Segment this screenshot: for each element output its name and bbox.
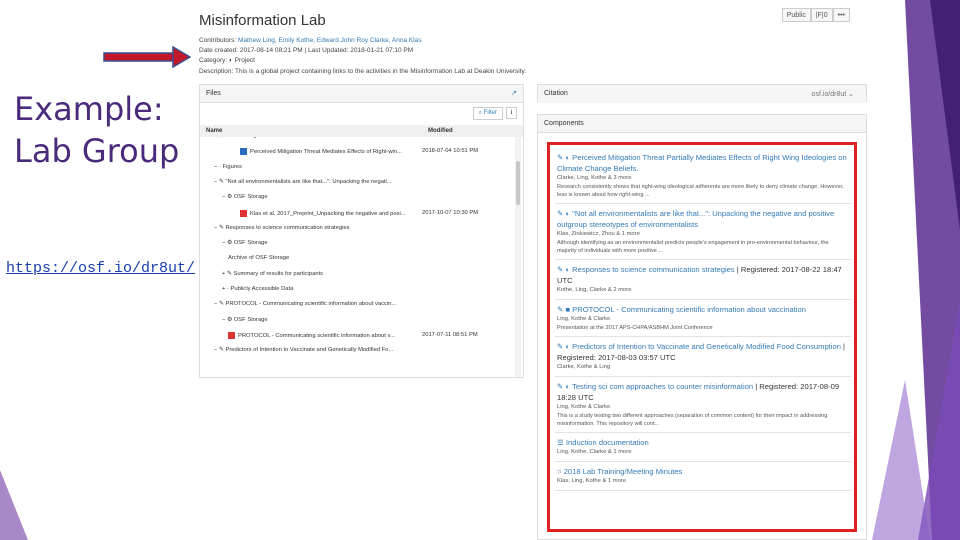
modified-column[interactable]: Modified: [428, 128, 453, 134]
name-column[interactable]: Name: [206, 128, 222, 134]
file-tree-row[interactable]: − ⚙ OSF Storage: [200, 194, 513, 209]
file-tree-row[interactable]: Perceived Mitigation Threat Mediates Eff…: [200, 148, 513, 163]
file-modified-date: 2017-10-07 10:30 PM: [422, 209, 479, 216]
external-link-icon[interactable]: ↗: [511, 89, 517, 97]
info-button[interactable]: i: [505, 107, 517, 119]
description-line: Description: This is a global project co…: [199, 67, 527, 75]
file-name: − ✎ Predictors of Intention to Vaccinate…: [214, 347, 394, 354]
contributors-line: Contributors: Mathew Ling, Emily Kothe, …: [199, 37, 422, 44]
citation-link[interactable]: osf.io/dr8ut ⌄: [812, 90, 854, 98]
document-file-icon: [240, 148, 247, 156]
file-tree-row[interactable]: − ⚙ OSF Storage: [200, 240, 513, 255]
file-name: Klas et al. 2017_Preprint_Unpacking the …: [250, 210, 406, 217]
files-panel: Files ↗ ⌕ Filter i Name Modified − ⚙ OSF…: [199, 84, 524, 378]
slide-title-line2: Lab Group: [14, 132, 180, 170]
project-title: Misinformation Lab: [199, 12, 326, 29]
file-tree-row[interactable]: + ✎ Summary of results for participants: [200, 271, 513, 286]
file-tree-row[interactable]: Klas et al. 2017_Preprint_Unpacking the …: [200, 209, 513, 225]
citation-panel[interactable]: Citation osf.io/dr8ut ⌄: [537, 84, 867, 103]
file-tree-row[interactable]: + · Publicly Accessible Data: [200, 286, 513, 301]
pdf-file-icon: [228, 331, 235, 339]
file-name: − ⚙ OSF Storage: [214, 137, 260, 139]
dates-line: Date created: 2017-08-14 08:21 PM | Last…: [199, 47, 414, 55]
components-header: Components: [538, 115, 866, 133]
file-name: − ⚙ OSF Storage: [222, 194, 268, 201]
file-tree-row[interactable]: − ✎ Predictors of Intention to Vaccinate…: [200, 347, 513, 362]
file-tree-scrollbar[interactable]: [515, 137, 521, 377]
file-name: − ✎ PROTOCOL - Communicating scientific …: [214, 301, 397, 308]
public-button[interactable]: Public: [781, 8, 811, 22]
file-name: PROTOCOL - Communicating scientific info…: [238, 332, 395, 339]
file-tree-row[interactable]: Archive of OSF Storage: [200, 255, 513, 270]
files-toolbar: ⌕ Filter i: [200, 103, 523, 125]
file-tree-row[interactable]: − ⚙ OSF Storage: [200, 137, 513, 148]
slide-title: Example: Lab Group: [14, 88, 179, 172]
files-column-header: Name Modified: [200, 125, 523, 137]
file-tree-row[interactable]: − ⚙ OSF Storage: [200, 317, 513, 332]
filter-button[interactable]: ⌕ Filter: [472, 107, 503, 120]
slide-title-line1: Example:: [14, 90, 164, 128]
more-button[interactable]: •••: [832, 8, 850, 22]
file-tree: − ⚙ OSF Storage Perceived Mitigation Thre…: [200, 137, 523, 377]
contributors-list[interactable]: Mathew Ling, Emily Kothe, Edward John Ro…: [238, 37, 422, 44]
file-tree-row[interactable]: PROTOCOL - Communicating scientific info…: [200, 331, 513, 347]
highlight-box: [547, 142, 857, 532]
citation-header: Citation osf.io/dr8ut ⌄: [538, 85, 866, 103]
file-tree-row[interactable]: − ✎ Responses to science communication s…: [200, 225, 513, 240]
pointer-arrow-icon: [103, 46, 191, 68]
files-panel-header: Files ↗: [200, 85, 523, 103]
fork-button[interactable]: |F|0: [810, 8, 833, 22]
osf-project-link[interactable]: https://osf.io/dr8ut/: [6, 260, 195, 277]
file-name: − ⚙ OSF Storage: [222, 240, 268, 247]
file-name: − · Figures: [214, 163, 242, 170]
pdf-file-icon: [240, 209, 247, 217]
file-tree-row[interactable]: − ✎ "Not all environmentalists are like …: [200, 179, 513, 194]
file-name: − ✎ Responses to science communication s…: [214, 224, 350, 231]
file-tree-row[interactable]: − ✎ PROTOCOL - Communicating scientific …: [200, 301, 513, 316]
project-metadata: Contributors: Mathew Ling, Emily Kothe, …: [199, 36, 526, 77]
file-name: Archive of OSF Storage: [228, 255, 290, 262]
file-name: − ⚙ OSF Storage: [222, 316, 268, 323]
file-name: + ✎ Summary of results for participants: [222, 270, 324, 277]
file-tree-row[interactable]: − · Figures: [200, 164, 513, 179]
file-modified-date: 2017-07-11 08:51 PM: [422, 331, 478, 338]
scrollbar-thumb[interactable]: [516, 161, 520, 205]
file-modified-date: 2018-07-04 10:51 PM: [422, 148, 479, 155]
file-name: + · Publicly Accessible Data: [222, 286, 294, 292]
file-name: − ✎ "Not all environmentalists are like …: [214, 178, 392, 185]
file-name: Perceived Mitigation Threat Mediates Eff…: [250, 149, 402, 156]
category-line: Category: ◐ Project: [199, 57, 255, 65]
project-buttons: Public |F|0 •••: [781, 8, 850, 22]
